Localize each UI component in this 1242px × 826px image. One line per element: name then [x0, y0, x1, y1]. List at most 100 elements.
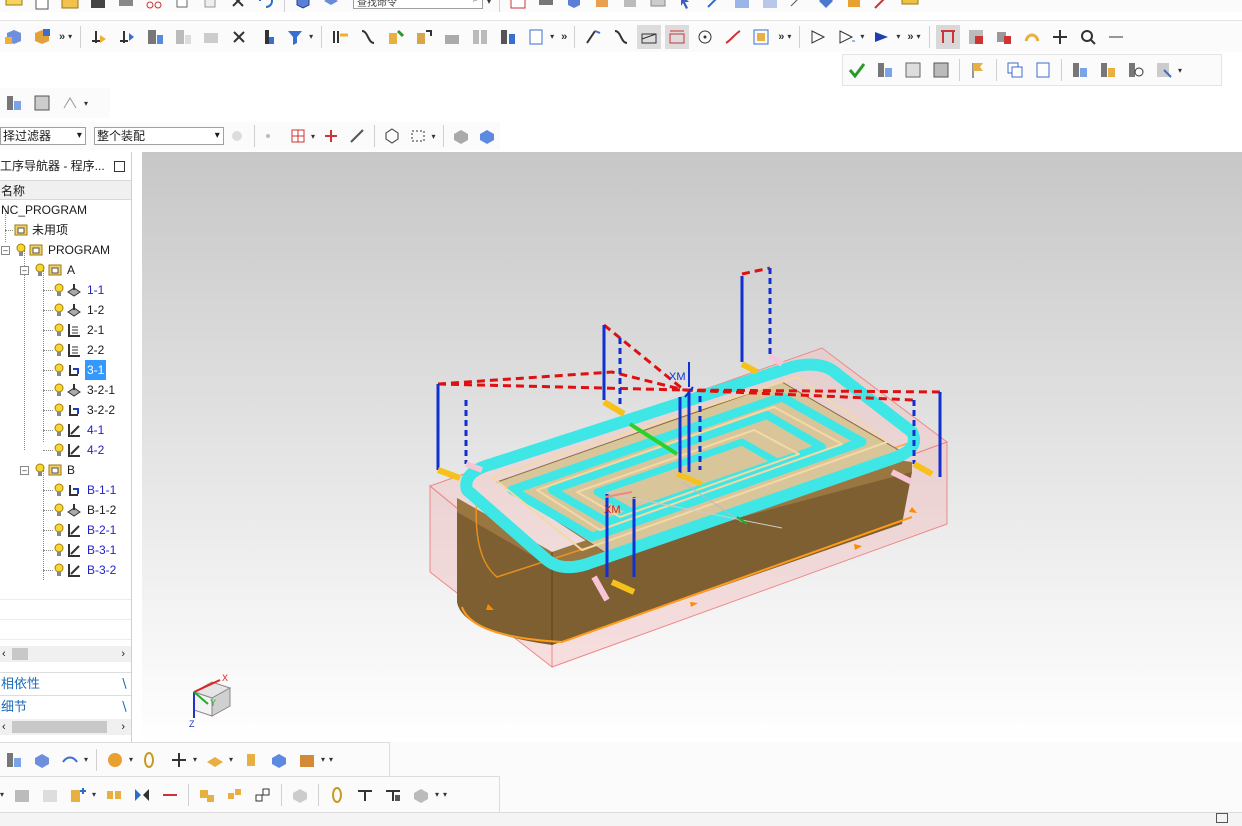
search-dropdown-icon[interactable]: ▾ [487, 0, 495, 6]
dropdown-icon[interactable]: ▾ [896, 32, 904, 41]
program-order-icon[interactable] [935, 24, 960, 49]
overflow-chevron-icon[interactable]: » [59, 31, 65, 43]
tree-item-op-4-1[interactable]: 4-1 [0, 420, 131, 440]
machine-view-icon[interactable] [1096, 58, 1120, 82]
dropdown-icon[interactable]: ▾ [1178, 66, 1186, 75]
method-view-icon[interactable] [1152, 58, 1176, 82]
measure-body-icon[interactable] [381, 783, 405, 807]
solid-icon[interactable] [476, 124, 498, 148]
scroll-right-icon[interactable]: › [121, 721, 125, 733]
paste-icon[interactable] [198, 0, 222, 13]
tree-item-op-b-3-2[interactable]: B-3-2 [0, 560, 131, 580]
snap-mid-icon[interactable] [346, 124, 368, 148]
chart-icon[interactable] [506, 0, 530, 13]
scroll-thumb[interactable] [12, 648, 28, 660]
filter-reset-icon[interactable] [226, 124, 248, 148]
snap-end-icon[interactable] [320, 124, 342, 148]
dropdown-icon[interactable]: ▾ [68, 32, 76, 41]
rectangle-select-icon[interactable] [407, 124, 429, 148]
chain-icon[interactable] [139, 748, 163, 772]
tree-item-group-b[interactable]: – B [0, 460, 131, 480]
simulate-icon[interactable] [199, 25, 223, 49]
dropdown-icon[interactable]: ▾ [193, 755, 201, 764]
cube-icon[interactable] [291, 0, 315, 13]
link-icon[interactable] [251, 783, 275, 807]
dropdown-icon[interactable]: ▾ [92, 790, 100, 799]
dropdown-icon[interactable]: ▾ [329, 755, 337, 764]
wave-link-icon[interactable] [103, 748, 127, 772]
sequence-icon[interactable] [223, 783, 247, 807]
assembly-icon[interactable] [2, 91, 26, 115]
tree-item-op-b-2-1[interactable]: B-2-1 [0, 520, 131, 540]
verify-icon[interactable] [171, 25, 195, 49]
scroll-left-icon[interactable]: ‹ [2, 648, 6, 660]
pattern-icon[interactable] [130, 783, 154, 807]
zoom-icon[interactable] [1076, 25, 1100, 49]
polygon-icon[interactable] [381, 124, 403, 148]
scroll-thumb[interactable] [12, 721, 107, 733]
dropdown-icon[interactable]: ▾ [311, 132, 318, 141]
dropdown-icon[interactable]: ▾ [0, 790, 8, 799]
navigator-h-scrollbar[interactable]: ‹ › [0, 646, 131, 662]
scroll-right-icon[interactable]: › [121, 648, 125, 660]
clearance-icon[interactable] [288, 783, 312, 807]
table-icon[interactable] [30, 91, 54, 115]
scope-select[interactable]: 整个装配 [93, 127, 224, 145]
geometry-icon[interactable] [992, 25, 1016, 49]
printer-icon[interactable] [534, 0, 558, 13]
assembly-tree-icon[interactable] [2, 748, 26, 772]
list-toolpath-icon[interactable] [143, 25, 167, 49]
print-icon[interactable] [114, 0, 138, 13]
block-icon[interactable] [267, 748, 291, 772]
tool-filter-icon[interactable] [283, 25, 307, 49]
overflow-chevron-icon[interactable]: » [561, 31, 567, 43]
report-icon[interactable] [524, 25, 548, 49]
shading-icon[interactable] [450, 124, 472, 148]
cylinder-icon[interactable] [239, 748, 263, 772]
tree-item-op-b-1-1[interactable]: B-1-1 [0, 480, 131, 500]
library-icon[interactable] [929, 58, 953, 82]
region-icon[interactable] [749, 25, 773, 49]
components-icon[interactable] [30, 748, 54, 772]
chain-link-icon[interactable] [325, 783, 349, 807]
snap-grid-icon[interactable] [287, 124, 309, 148]
tool-icon[interactable] [2, 0, 26, 9]
layout-icon[interactable] [730, 0, 754, 13]
command-search-input[interactable]: 查找命令 ⌕ [353, 0, 483, 9]
blank-display-icon[interactable] [637, 24, 662, 49]
dropdown-icon[interactable]: ▾ [432, 132, 439, 141]
bridge-icon[interactable] [58, 748, 82, 772]
tree-item-program[interactable]: – PROGRAM [0, 240, 131, 260]
column-header-name[interactable]: 名称 [0, 180, 131, 200]
verify-check-icon[interactable] [845, 58, 869, 82]
add-component-icon[interactable] [66, 783, 90, 807]
check-gouge-icon[interactable] [384, 25, 408, 49]
batch-icon[interactable] [468, 25, 492, 49]
dropdown-icon[interactable]: ▾ [129, 755, 137, 764]
collapse-icon[interactable]: – [20, 266, 29, 275]
explode-icon[interactable] [195, 783, 219, 807]
tool2-icon[interactable] [842, 0, 866, 13]
dropdown-icon[interactable]: ▾ [321, 755, 329, 764]
create-tool-icon[interactable] [30, 25, 54, 49]
weight-icon[interactable] [409, 783, 433, 807]
cube-view-icon[interactable] [562, 0, 586, 13]
dropdown-icon[interactable]: ▾ [229, 755, 237, 764]
pointer-step-icon[interactable] [834, 25, 858, 49]
dropdown-icon[interactable]: ▾ [787, 32, 795, 41]
measure-icon[interactable] [786, 0, 810, 13]
tree-item-op-1-1[interactable]: 1-1 [0, 280, 131, 300]
snap-icon[interactable] [702, 0, 726, 13]
tree-item-group-a[interactable]: – A [0, 260, 131, 280]
tree-item-nc-program[interactable]: NC_PROGRAM [0, 200, 131, 220]
method-icon[interactable] [1020, 25, 1044, 49]
cut-icon[interactable] [142, 0, 166, 13]
tree-item-op-b-1-2[interactable]: B-1-2 [0, 500, 131, 520]
type-filter-select[interactable]: 择过滤器 [0, 127, 86, 145]
plane-icon[interactable] [203, 748, 227, 772]
curve-icon[interactable] [721, 25, 745, 49]
ruler-icon[interactable] [898, 0, 922, 13]
delete-icon[interactable] [226, 0, 250, 13]
details-panel[interactable]: 细节 ∖ [0, 695, 131, 717]
datum-cross-icon[interactable] [167, 748, 191, 772]
